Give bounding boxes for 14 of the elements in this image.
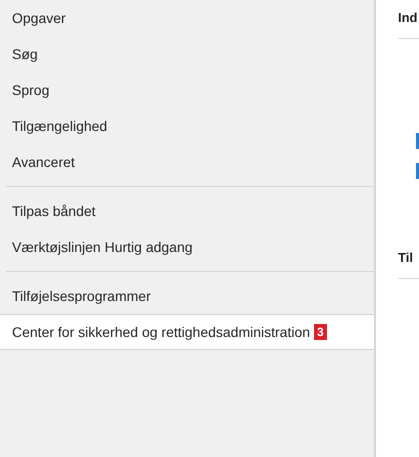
- sidebar-item[interactable]: Søg: [0, 36, 374, 72]
- sidebar-item[interactable]: Opgaver: [0, 0, 374, 36]
- sidebar-item[interactable]: Sprog: [0, 72, 374, 108]
- partial-icon: [416, 133, 419, 149]
- section-heading: Til: [398, 249, 414, 267]
- sidebar-item[interactable]: Værktøjslinjen Hurtig adgang: [0, 229, 374, 265]
- partial-icon: [416, 163, 419, 179]
- sidebar-item[interactable]: Tilgængelighed: [0, 108, 374, 144]
- section-heading: Ind: [398, 9, 418, 27]
- sidebar-item[interactable]: Avanceret: [0, 144, 374, 180]
- number-badge: 3: [314, 324, 327, 340]
- sidebar-item[interactable]: Tilføjelsesprogrammer: [0, 278, 374, 314]
- sidebar-item[interactable]: Tilpas båndet: [0, 193, 374, 229]
- sidebar-item[interactable]: Center for sikkerhed og rettighedsadministration 3: [0, 314, 374, 350]
